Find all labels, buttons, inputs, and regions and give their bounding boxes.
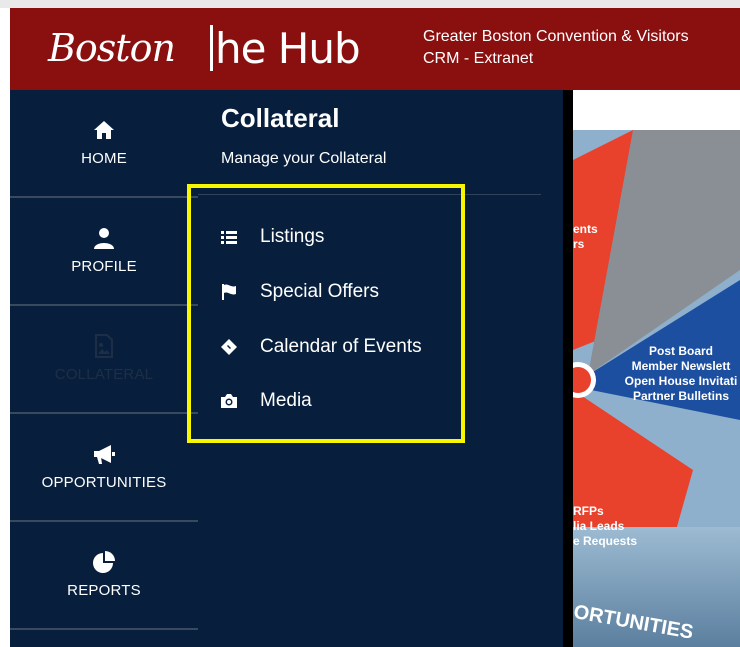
wedge-line: Partner Bulletins [632, 389, 730, 403]
window-top-strip [0, 0, 740, 8]
panel-subtitle: Manage your Collateral [221, 150, 387, 167]
sidebar-item-opportunities[interactable]: OPPORTUNITIES [10, 414, 198, 519]
sidebar-item-label: REPORTS [67, 582, 141, 599]
lower-red-wedge-text: RFPs lia Leads e Requests [573, 504, 637, 549]
megaphone-icon [94, 445, 115, 464]
panel-title: Collateral [221, 103, 340, 133]
sidebar-item-collateral[interactable]: COLLATERAL [10, 306, 198, 411]
header-app-name: CRM - Extranet [423, 50, 534, 67]
wedge-line: lia Leads [573, 519, 625, 533]
the-hub-logo-text: he Hub [215, 24, 361, 73]
home-icon [94, 121, 114, 139]
logo-t-stroke [210, 25, 213, 71]
background-infographic: ents rs Post Board Member Newslett Open … [573, 90, 740, 647]
the-hub-logo[interactable]: he Hub [210, 24, 361, 73]
header-org-text: Greater Boston Convention & Visitors CRM… [423, 26, 689, 70]
sidebar-item-label: PROFILE [71, 258, 137, 275]
sidebar-item-reports[interactable]: REPORTS [10, 522, 198, 627]
sidebar-item-home[interactable]: HOME [10, 90, 198, 195]
yellow-highlight-box [187, 184, 465, 443]
sidebar-item-label: COLLATERAL [54, 366, 154, 383]
user-icon [94, 228, 114, 249]
header-org-name: Greater Boston Convention & Visitors [423, 28, 689, 45]
wedge-line: rs [573, 237, 585, 251]
wedge-line: RFPs [573, 504, 604, 518]
panel-separator [563, 90, 573, 647]
pie-chart-icon [93, 551, 115, 573]
image-file-icon [95, 334, 113, 358]
sidebar-item-label: HOME [81, 150, 127, 167]
blue-wedge-text: Post Board Member Newslett Open House In… [611, 344, 740, 404]
site-header: Boston he Hub Greater Boston Convention … [10, 8, 740, 90]
wedge-line: ents [573, 222, 598, 236]
boston-logo[interactable]: Boston [48, 26, 176, 70]
main-sidebar: HOME PROFILE COLLATERAL OPPORTUNITIES RE… [10, 90, 198, 647]
wedge-line: Member Newslett [631, 359, 731, 373]
sidebar-item-profile[interactable]: PROFILE [10, 198, 198, 303]
wedge-line: e Requests [573, 534, 638, 548]
upper-red-wedge-text: ents rs [573, 222, 598, 252]
sidebar-divider [10, 628, 198, 630]
sidebar-item-label: OPPORTUNITIES [41, 474, 167, 491]
wedge-line: Post Board [648, 344, 713, 358]
wedge-line: Open House Invitati [624, 374, 738, 388]
